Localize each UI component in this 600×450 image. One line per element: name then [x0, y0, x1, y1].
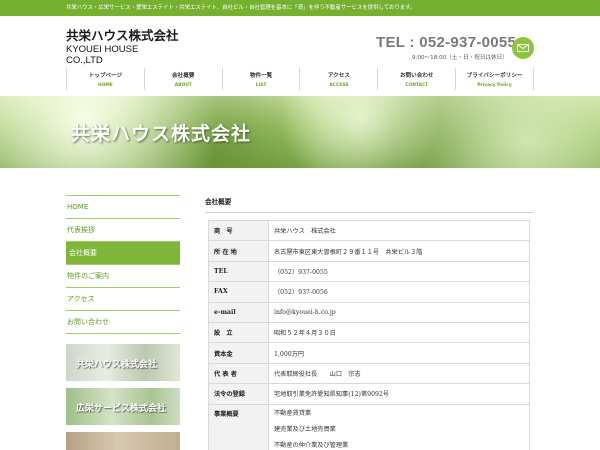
row-label: 商 号	[208, 219, 269, 242]
row-value: 宅地取引業免許愛知県知事(12)第9092号	[268, 383, 530, 405]
announcement-text: 共栄ハウス・広栄サービス・愛栄エステイト・共栄エステイト、自社ビル・自社管理を基…	[66, 5, 416, 11]
row-value: 昭和５２年４月３０日	[268, 321, 530, 344]
nav-label: お問い合わせ	[399, 73, 434, 79]
banner-label: 共栄ハウス株式会社	[76, 360, 158, 370]
table-row: TEL （052）937-0055	[208, 260, 530, 283]
table-row: 事業概要 不動産賃貸業 建売業及び土地売買業 不動産の仲介業及び管理業	[208, 403, 530, 450]
table-row: 代 表 者 代表取締役社長 山口 宗志	[208, 362, 530, 385]
table-row: 商 号 共栄ハウス 株式会社	[208, 219, 530, 242]
row-value: （052）937-0056	[268, 281, 530, 303]
email-link[interactable]: info@kyouei-h.co.jp	[268, 301, 530, 323]
row-label: TEL	[208, 260, 269, 283]
nav-label: トップページ	[88, 73, 123, 79]
nav-sublabel: Privacy Policy	[477, 83, 512, 88]
sidebar-item-properties[interactable]: 物件のご案内	[66, 265, 180, 288]
table-row: FAX （052）937-0056	[208, 281, 530, 303]
row-value: 代表取締役社長 山口 宗志	[268, 362, 530, 385]
nav-sublabel: ACCESS	[329, 83, 349, 88]
global-nav: トップページ HOME 会社概要 ABOUT 物件一覧 LIST アクセス AC…	[66, 68, 534, 90]
row-value: 1,000万円	[268, 342, 530, 364]
row-value: 共栄ハウス 株式会社	[268, 219, 530, 242]
sidebar-item-access[interactable]: アクセス	[66, 288, 180, 311]
table-row: 所 在 地 名古屋市東区東大曽根町２９番１１号 共栄ビル３階	[208, 240, 530, 262]
sidebar-item-greeting[interactable]: 代表挨拶	[66, 219, 180, 242]
nav-label: 物件一覧	[249, 73, 273, 79]
table-row: 法令の登録 宅地取引業免許愛知県知事(12)第9092号	[208, 383, 530, 405]
row-label: 法令の登録	[208, 383, 269, 405]
sidebar-item-home[interactable]: HOME	[66, 196, 180, 219]
hero-banner: 共栄ハウス株式会社	[0, 96, 600, 168]
banner-label: 広栄サービス株式会社	[76, 404, 167, 414]
row-label: FAX	[208, 281, 269, 303]
business-item: 建売業及び土地売買業	[274, 425, 336, 433]
table-row: 資本金 1,000万円	[208, 342, 530, 364]
nav-label: 会社概要	[172, 73, 195, 79]
table-row: e-mail info@kyouei-h.co.jp	[208, 301, 530, 323]
business-hours: 9:00〜18:00（土・日・祝日は休日）	[412, 55, 508, 61]
row-label: 資本金	[208, 342, 269, 364]
nav-sublabel: CONTACT	[405, 83, 429, 88]
nav-about[interactable]: 会社概要 ABOUT	[145, 68, 223, 90]
row-label: e-mail	[208, 301, 269, 323]
business-item: 不動産賃貸業	[274, 409, 312, 417]
row-label: 事業概要	[208, 403, 269, 450]
nav-list[interactable]: 物件一覧 LIST	[223, 68, 301, 90]
nav-contact[interactable]: お問い合わせ CONTACT	[378, 68, 457, 90]
sidebar-item-company[interactable]: 会社概要	[66, 242, 180, 265]
banner-kouei-service[interactable]: 広栄サービス株式会社	[66, 388, 180, 425]
company-info-table: 商 号 共栄ハウス 株式会社 所 在 地 名古屋市東区東大曽根町２９番１１号 共…	[208, 219, 530, 450]
row-label: 代 表 者	[208, 362, 269, 385]
row-label: 設 立	[208, 321, 269, 344]
nav-label: プライバシーポリシー	[466, 73, 523, 79]
mail-icon[interactable]	[512, 37, 534, 59]
business-list: 不動産賃貸業 建売業及び土地売買業 不動産の仲介業及び管理業	[268, 403, 530, 450]
sidebar-item-contact[interactable]: お問い合わせ	[66, 311, 180, 334]
page-title: 会社概要	[205, 198, 232, 206]
nav-top[interactable]: トップページ HOME	[67, 68, 145, 90]
side-nav: HOME 代表挨拶 会社概要 物件のご案内 アクセス お問い合わせ	[66, 195, 180, 334]
top-announcement-bar: 共栄ハウス・広栄サービス・愛栄エステイト・共栄エステイト、自社ビル・自社管理を基…	[0, 0, 600, 16]
nav-sublabel: ABOUT	[174, 83, 192, 88]
banner-kyouei-house[interactable]: 共栄ハウス株式会社	[66, 344, 180, 381]
phone-number: TEL : 052-937-0055	[376, 34, 517, 51]
company-logo-en[interactable]: KYOUEI HOUSE CO.,LTD	[66, 44, 176, 66]
nav-sublabel: LIST	[255, 83, 267, 88]
business-item: 不動産の仲介業及び管理業	[274, 441, 349, 449]
nav-sublabel: HOME	[98, 83, 113, 88]
row-value: 名古屋市東区東大曽根町２９番１１号 共栄ビル３階	[268, 240, 530, 262]
heading-divider	[205, 212, 534, 213]
row-label: 所 在 地	[208, 240, 269, 262]
table-row: 設 立 昭和５２年４月３０日	[208, 321, 530, 344]
row-value: （052）937-0055	[268, 260, 530, 283]
hero-title: 共栄ハウス株式会社	[71, 123, 252, 145]
nav-privacy[interactable]: プライバシーポリシー Privacy Policy	[456, 68, 534, 90]
nav-label: アクセス	[327, 73, 350, 79]
banner-third[interactable]	[66, 432, 180, 450]
nav-access[interactable]: アクセス ACCESS	[300, 68, 379, 90]
company-logo-jp[interactable]: 共栄ハウス株式会社	[66, 25, 179, 44]
